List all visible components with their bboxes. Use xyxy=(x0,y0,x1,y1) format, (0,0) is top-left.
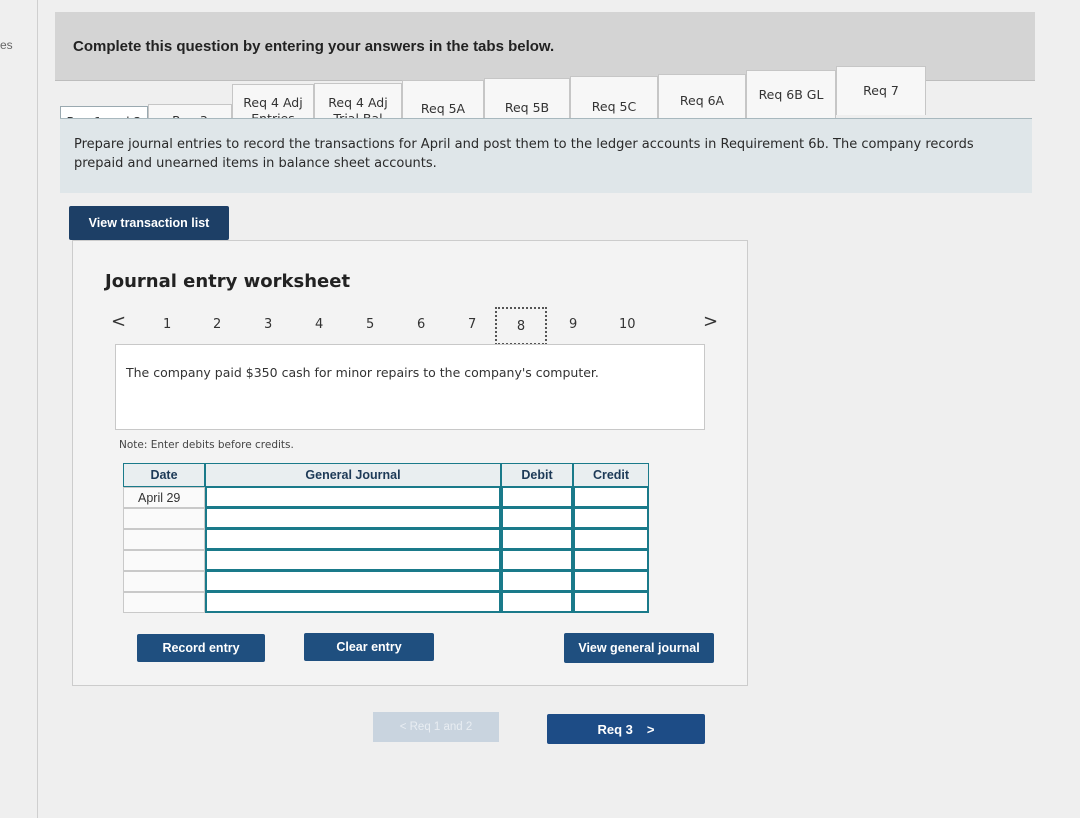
credit-input[interactable] xyxy=(573,550,649,571)
tab-label-line1: Req 4 Adj xyxy=(328,94,388,110)
debit-input[interactable] xyxy=(501,529,573,550)
account-select[interactable] xyxy=(205,508,501,529)
date-cell[interactable] xyxy=(123,529,205,550)
debit-input[interactable] xyxy=(501,571,573,592)
transaction-pager: < 1 2 3 4 5 6 7 8 9 10 > xyxy=(73,307,747,345)
pager-next-icon[interactable]: > xyxy=(703,311,718,332)
table-row xyxy=(123,508,651,529)
prev-requirement-button[interactable]: < Req 1 and 2 xyxy=(373,712,499,742)
table-row xyxy=(123,529,651,550)
next-requirement-button[interactable]: Req 3 > xyxy=(547,714,705,744)
debit-input[interactable] xyxy=(501,550,573,571)
left-divider xyxy=(37,0,38,818)
credit-input[interactable] xyxy=(573,487,649,508)
instruction-text: Prepare journal entries to record the tr… xyxy=(74,137,974,171)
tab-label: Req 5C xyxy=(591,99,637,115)
column-header-date: Date xyxy=(123,463,205,487)
credit-input[interactable] xyxy=(573,592,649,613)
date-cell[interactable] xyxy=(123,508,205,529)
table-row xyxy=(123,592,651,613)
next-requirement-label: Req 3 xyxy=(597,721,633,737)
credit-input[interactable] xyxy=(573,508,649,529)
tab-label: Req 7 xyxy=(863,83,899,99)
pager-item-current[interactable]: 8 xyxy=(495,307,547,345)
column-header-general-journal: General Journal xyxy=(205,463,501,487)
credit-input[interactable] xyxy=(573,571,649,592)
debit-input[interactable] xyxy=(501,487,573,508)
pager-item[interactable]: 4 xyxy=(315,317,323,332)
pager-item[interactable]: 7 xyxy=(468,317,476,332)
journal-header-row: Date General Journal Debit Credit xyxy=(123,463,651,487)
account-select[interactable] xyxy=(205,571,501,592)
tab-label: Req 5B xyxy=(504,100,550,116)
pager-item[interactable]: 10 xyxy=(619,317,636,332)
record-entry-button[interactable]: Record entry xyxy=(137,634,265,662)
debit-input[interactable] xyxy=(501,508,573,529)
tab-label-line1: Req 4 Adj xyxy=(243,95,303,111)
tab-req-7[interactable]: Req 7 xyxy=(836,66,926,115)
transaction-description-box: The company paid $350 cash for minor rep… xyxy=(115,344,705,430)
question-title: Complete this question by entering your … xyxy=(73,38,555,55)
column-header-debit: Debit xyxy=(501,463,573,487)
table-row xyxy=(123,550,651,571)
pager-item[interactable]: 6 xyxy=(417,317,425,332)
tab-label: Req 5A xyxy=(420,101,466,117)
instruction-panel: Prepare journal entries to record the tr… xyxy=(60,118,1032,193)
account-select[interactable] xyxy=(205,487,501,508)
view-transaction-list-button[interactable]: View transaction list xyxy=(69,206,229,240)
chevron-right-icon: > xyxy=(646,721,655,737)
pager-item[interactable]: 3 xyxy=(264,317,272,332)
date-cell[interactable] xyxy=(123,571,205,592)
clear-entry-button[interactable]: Clear entry xyxy=(304,633,434,661)
pager-prev-icon[interactable]: < xyxy=(111,311,126,332)
debit-input[interactable] xyxy=(501,592,573,613)
pager-item[interactable]: 9 xyxy=(569,317,577,332)
debit-credit-note: Note: Enter debits before credits. xyxy=(119,439,294,451)
date-cell[interactable]: April 29 xyxy=(123,487,205,508)
date-cell[interactable] xyxy=(123,550,205,571)
pager-item[interactable]: 1 xyxy=(163,317,171,332)
side-fragment-text: es xyxy=(0,38,13,52)
table-row xyxy=(123,571,651,592)
column-header-credit: Credit xyxy=(573,463,649,487)
pager-item[interactable]: 2 xyxy=(213,317,221,332)
account-select[interactable] xyxy=(205,550,501,571)
worksheet-title: Journal entry worksheet xyxy=(105,271,351,292)
account-select[interactable] xyxy=(205,592,501,613)
pager-item[interactable]: 5 xyxy=(366,317,374,332)
table-row: April 29 xyxy=(123,487,651,508)
tab-label: Req 6A xyxy=(679,93,725,109)
tab-req-6b-gl[interactable]: Req 6B GL xyxy=(746,70,836,119)
credit-input[interactable] xyxy=(573,529,649,550)
view-general-journal-button[interactable]: View general journal xyxy=(564,633,714,663)
tab-label: Req 6B GL xyxy=(758,87,824,103)
journal-entry-worksheet: Journal entry worksheet < 1 2 3 4 5 6 7 … xyxy=(72,240,748,686)
date-cell[interactable] xyxy=(123,592,205,613)
general-journal-table: Date General Journal Debit Credit April … xyxy=(123,463,651,613)
account-select[interactable] xyxy=(205,529,501,550)
transaction-description: The company paid $350 cash for minor rep… xyxy=(126,365,599,380)
